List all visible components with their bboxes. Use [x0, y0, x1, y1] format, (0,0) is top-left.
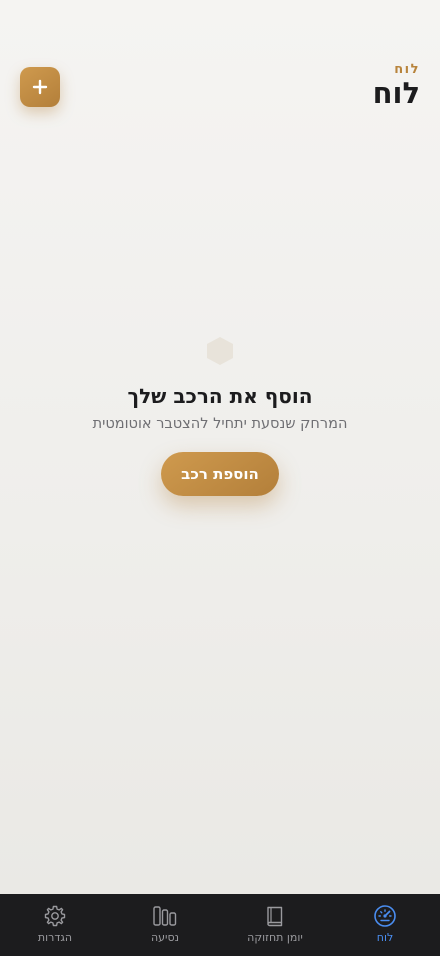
tab-label-trip: נסיעה [150, 931, 180, 944]
tab-settings[interactable]: הגדרות [0, 894, 110, 956]
tab-label-settings: הגדרות [37, 931, 73, 944]
tab-trip[interactable]: נסיעה [110, 894, 220, 956]
add-button[interactable] [20, 67, 60, 107]
bars-icon [153, 906, 177, 926]
empty-state-title: הוסף את הרכב שלך [127, 384, 313, 408]
add-vehicle-button[interactable]: הוספת רכב [161, 452, 279, 496]
hexagon-icon [207, 337, 233, 365]
tab-dashboard[interactable]: לוח [330, 894, 440, 956]
plus-icon [32, 79, 48, 95]
speedometer-icon [374, 905, 396, 927]
tab-label-maintenance-log: יומן תחזוקה [247, 931, 303, 944]
tab-bar: הגדרות נסיעה יומן תחזוקה לוח [0, 894, 440, 956]
gear-icon [44, 905, 66, 927]
page-header: לוח לוח [0, 0, 440, 130]
book-icon [267, 906, 283, 927]
header-eyebrow: לוח [394, 62, 420, 77]
tab-maintenance-log[interactable]: יומן תחזוקה [220, 894, 330, 956]
page-title: לוח [372, 76, 420, 110]
empty-state-subtitle: המרחק שנסעת יתחיל להצטבר אוטומטית [92, 416, 348, 432]
tab-label-dashboard: לוח [376, 931, 394, 944]
